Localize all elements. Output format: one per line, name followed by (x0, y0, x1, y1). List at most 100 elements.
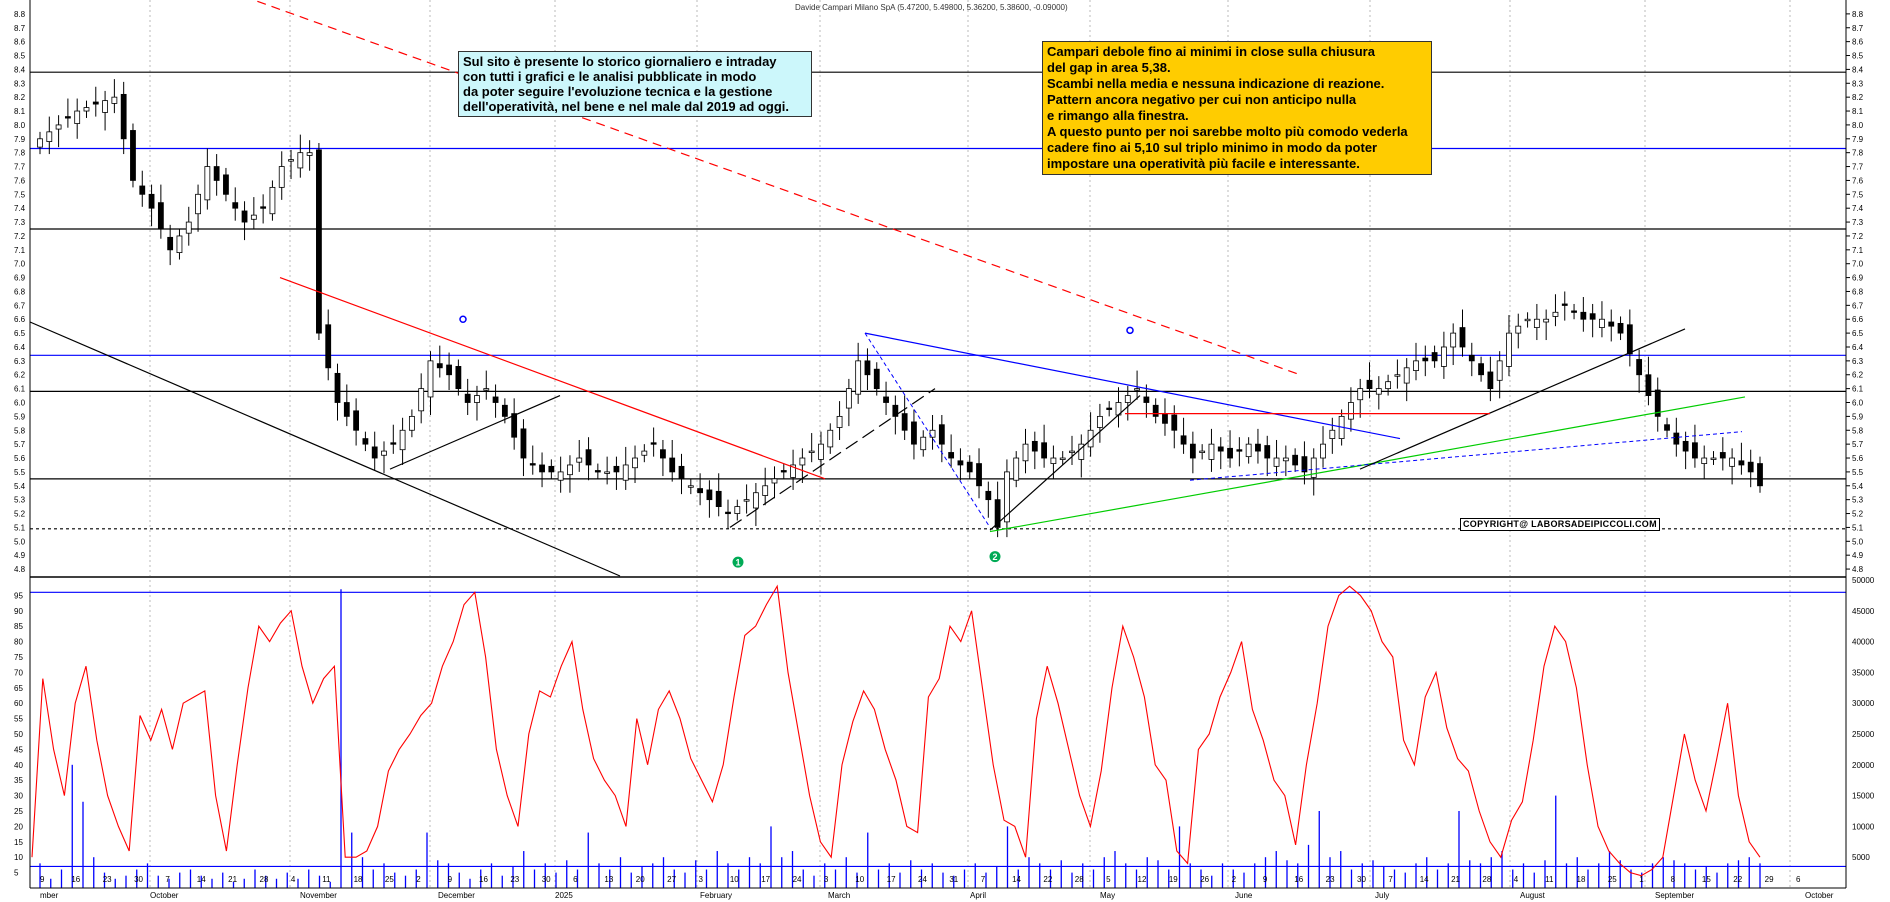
x-month-label: April (970, 891, 986, 900)
candle-body (576, 457, 583, 463)
candle-body (1487, 371, 1494, 390)
y-tick-label-left: 4.9 (14, 551, 26, 560)
candle-body (195, 193, 201, 215)
x-month-label: February (700, 891, 732, 900)
candle-body (715, 490, 722, 508)
candle-body (548, 465, 555, 473)
y-tick-label-right: 8.5 (1852, 52, 1864, 61)
y-tick-label-right: 7.2 (1852, 232, 1864, 241)
y-tick-label-left: 8.0 (14, 121, 26, 130)
x-tick-label: 1 (1639, 875, 1644, 884)
osc-y-tick-right: 10000 (1852, 822, 1875, 831)
candle-body (827, 429, 834, 448)
x-month-label: September (1655, 891, 1694, 900)
y-tick-label-left: 8.3 (14, 79, 26, 88)
x-month-label: August (1520, 891, 1546, 900)
osc-y-tick-left: 80 (14, 638, 23, 647)
candle-body (873, 368, 880, 390)
candle-body (855, 360, 862, 395)
x-tick-label: 6 (1796, 875, 1801, 884)
chart-background (0, 0, 1890, 902)
candle-body (883, 396, 889, 403)
candle-body (1506, 332, 1512, 367)
x-tick-label: 19 (1169, 875, 1178, 884)
y-tick-label-right: 5.3 (1852, 496, 1864, 505)
candle-body (1403, 367, 1410, 384)
candle-body (250, 214, 257, 220)
candle-body (1710, 457, 1717, 460)
y-tick-label-right: 7.3 (1852, 218, 1864, 227)
y-tick-label-left: 5.6 (14, 454, 26, 463)
x-tick-label: 21 (1451, 875, 1460, 884)
candle-body (1533, 318, 1540, 328)
candle-body (1366, 379, 1373, 390)
candle-body (948, 452, 955, 459)
y-tick-label-right: 7.8 (1852, 149, 1864, 158)
x-tick-label: 9 (40, 875, 45, 884)
candle-body (752, 492, 759, 509)
candle-body (1236, 449, 1243, 452)
x-tick-label: 11 (1545, 875, 1554, 884)
candle-body (474, 395, 480, 403)
x-month-label: mber (40, 891, 59, 900)
y-tick-label-right: 7.4 (1852, 204, 1864, 213)
candle-body (1143, 396, 1150, 403)
x-month-label: October (150, 891, 179, 900)
x-tick-label: 15 (1702, 875, 1711, 884)
candle-body (92, 101, 99, 105)
chart-title: Davide Campari Milano SpA (5.47200, 5.49… (795, 3, 1068, 12)
y-tick-label-left: 7.0 (14, 260, 26, 269)
candle-body (37, 138, 43, 148)
y-tick-label-left: 5.5 (14, 468, 26, 477)
osc-y-tick-left: 5 (14, 869, 19, 878)
candle-body (1292, 454, 1299, 466)
candle-body (1478, 363, 1484, 376)
osc-y-tick-left: 70 (14, 668, 23, 677)
candle-body (1664, 424, 1670, 431)
y-tick-label-right: 6.2 (1852, 371, 1864, 380)
x-tick-label: 2 (1232, 875, 1237, 884)
y-tick-label-right: 6.5 (1852, 329, 1864, 338)
x-tick-label: 23 (103, 875, 112, 884)
candle-body (687, 485, 694, 488)
candle-body (1496, 360, 1503, 381)
x-tick-label: 6 (573, 875, 578, 884)
candle-body (1561, 303, 1568, 306)
y-tick-label-right: 6.0 (1852, 399, 1864, 408)
candle-body (260, 206, 267, 209)
osc-y-tick-left: 10 (14, 853, 23, 862)
x-month-label: October (1805, 891, 1834, 900)
y-tick-label-right: 5.1 (1852, 523, 1864, 532)
candle-body (780, 470, 787, 473)
candle-body (1022, 443, 1029, 462)
candle-body (622, 464, 629, 481)
osc-y-tick-right: 50000 (1852, 576, 1875, 585)
x-tick-label: 18 (354, 875, 363, 884)
candle-body (120, 93, 127, 140)
candle-body (976, 463, 982, 487)
x-tick-label: 29 (1765, 875, 1774, 884)
candle-body (706, 489, 713, 501)
candle-body (911, 421, 917, 445)
candle-body (427, 360, 434, 398)
candle-body (464, 393, 471, 403)
candle-body (1050, 457, 1057, 464)
candle-body (1134, 388, 1140, 391)
x-tick-label: 7 (165, 875, 170, 884)
y-tick-label-right: 5.9 (1852, 412, 1864, 421)
y-tick-label-left: 6.0 (14, 399, 26, 408)
osc-y-tick-left: 20 (14, 822, 23, 831)
y-tick-label-right: 4.8 (1852, 565, 1864, 574)
osc-y-tick-right: 20000 (1852, 761, 1875, 770)
y-tick-label-right: 6.4 (1852, 343, 1864, 352)
candle-body (1422, 357, 1429, 362)
y-tick-label-left: 6.2 (14, 371, 26, 380)
candle-body (325, 324, 332, 369)
candle-body (306, 152, 313, 156)
y-tick-label-left: 6.1 (14, 385, 26, 394)
x-tick-label: 7 (1388, 875, 1393, 884)
candle-body (1208, 443, 1215, 460)
y-tick-label-right: 7.9 (1852, 135, 1864, 144)
candle-body (1599, 318, 1605, 328)
pivot-marker-label: 1 (736, 558, 741, 568)
